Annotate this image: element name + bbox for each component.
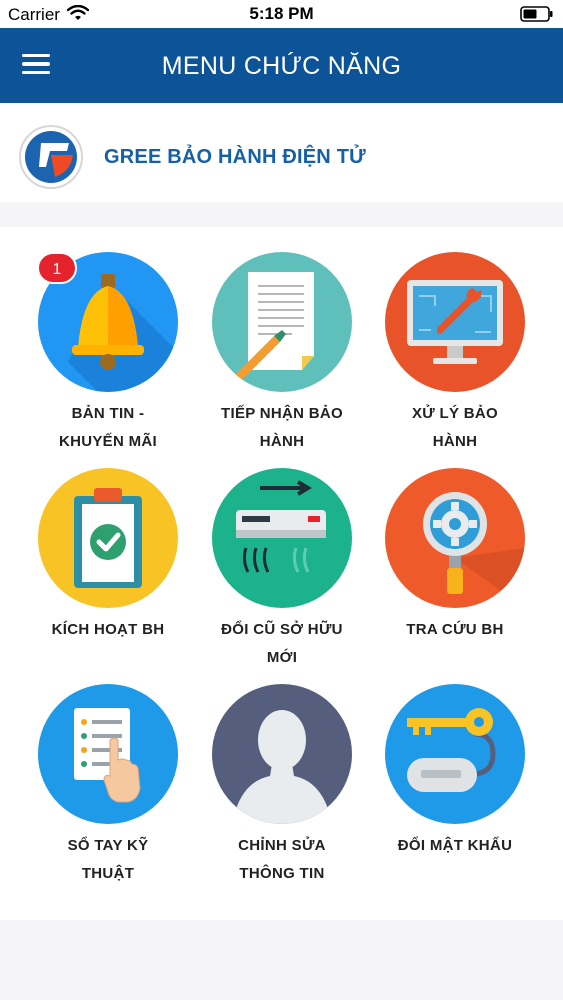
status-bar: Carrier 5:18 PM [0, 0, 563, 28]
menu-label: CHỈNH SỬA THÔNG TIN [195, 832, 369, 888]
menu-label-line2: MỚI [266, 649, 298, 666]
menu-label-line1: XỬ LÝ BẢO [412, 405, 498, 422]
menu-label: KÍCH HOẠT BH [21, 616, 195, 644]
battery-icon [520, 6, 553, 22]
clipboard-check-icon [38, 468, 178, 608]
manual-hand-icon [38, 684, 178, 824]
menu-label-line2: THÔNG TIN [239, 865, 325, 882]
menu-label: TRA CỨU BH [368, 616, 542, 644]
nav-bar: MENU CHỨC NĂNG [0, 28, 563, 103]
brand-header: GREE BẢO HÀNH ĐIỆN TỬ [0, 103, 563, 202]
air-conditioner-icon [212, 468, 352, 608]
notification-badge: 1 [37, 252, 77, 284]
user-silhouette-icon [212, 684, 352, 824]
menu-label-line1: TIẾP NHẬN BẢO [221, 405, 343, 422]
menu-label-line2: KHUYẾN MÃI [58, 433, 157, 450]
menu-label-line2: HÀNH [432, 433, 478, 450]
page-title: MENU CHỨC NĂNG [161, 52, 402, 80]
key-icon [385, 684, 525, 824]
menu-label-line1: CHỈNH SỬA [238, 837, 326, 854]
magnifier-gear-icon [385, 468, 525, 608]
gree-logo-icon [19, 125, 83, 189]
menu-label-line2: HÀNH [259, 433, 305, 450]
menu-label: ĐỔI MẬT KHẨU [368, 832, 542, 860]
document-icon [212, 252, 352, 392]
menu-label-line1: TRA CỨU BH [406, 621, 504, 638]
menu-label-line1: KÍCH HOẠT BH [51, 621, 165, 638]
menu-label-line1: ĐỔI MẬT KHẨU [397, 837, 513, 854]
menu-label-line2: THUẬT [81, 865, 135, 882]
brand-title: GREE BẢO HÀNH ĐIỆN TỬ [104, 146, 366, 168]
menu-label-line1: ĐỔI CŨ SỞ HỮU [221, 621, 343, 638]
menu-label-line1: SỔ TAY KỸ [67, 837, 149, 854]
menu-label: ĐỔI CŨ SỞ HỮU MỚI [195, 616, 369, 672]
menu-label: SỔ TAY KỸ THUẬT [21, 832, 195, 888]
menu-label: BẢN TIN - KHUYẾN MÃI [21, 400, 195, 456]
status-time: 5:18 PM [249, 4, 314, 23]
monitor-wrench-icon [385, 252, 525, 392]
menu-label-line1: BẢN TIN - [71, 405, 145, 422]
menu-label: XỬ LÝ BẢO HÀNH [368, 400, 542, 456]
menu-label: TIẾP NHẬN BẢO HÀNH [195, 400, 369, 456]
